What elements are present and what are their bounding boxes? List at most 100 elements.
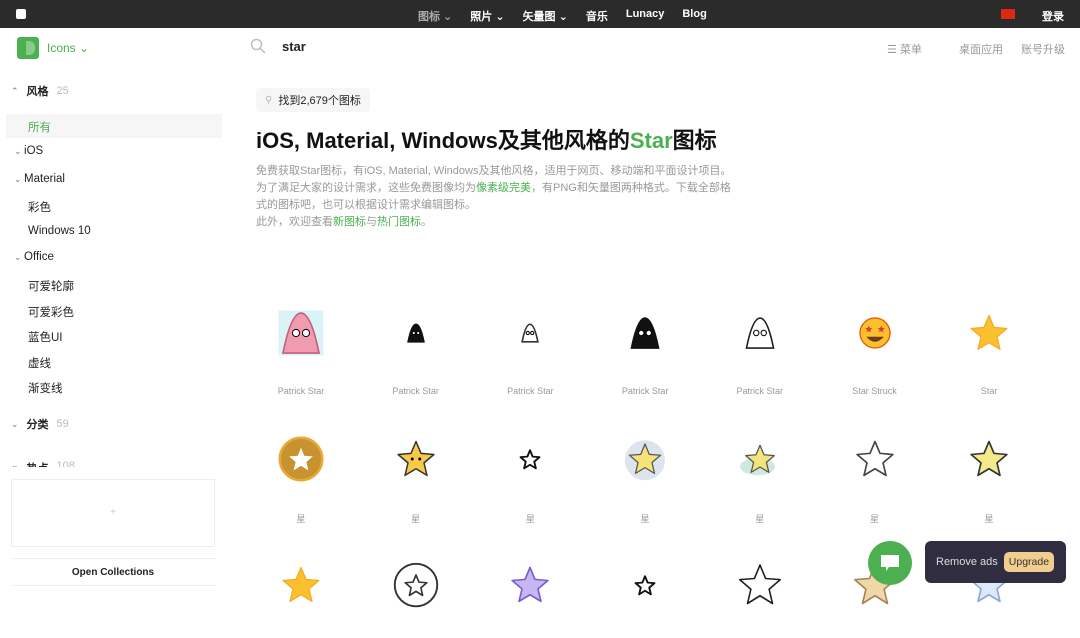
search-input[interactable]: star — [282, 39, 306, 54]
icon-card[interactable]: Patrick Star — [244, 300, 358, 396]
star-purple-icon — [473, 552, 587, 618]
sidebar-item-office[interactable]: ⌄ Office — [14, 251, 54, 263]
desc-text: 。 — [421, 216, 432, 228]
patrick-outline-small-icon — [473, 300, 587, 366]
chevron-down-icon: ⌄ — [14, 252, 25, 262]
icon-card[interactable]: 星 — [588, 426, 702, 525]
icon-card[interactable] — [359, 552, 473, 638]
search-bar[interactable]: star — [250, 38, 306, 54]
star-outline-small-icon — [473, 426, 587, 492]
section-count: 108 — [56, 460, 75, 467]
open-collections-button[interactable]: Open Collections — [11, 558, 215, 586]
login-link[interactable]: 登录 — [1042, 8, 1064, 24]
star-sparkle-icon — [588, 426, 702, 492]
results-count-badge: ⚲ 找到2,679个图标 — [256, 88, 370, 112]
patrick-black-icon — [588, 300, 702, 366]
icon-label: 星 — [411, 514, 421, 524]
icons8-brand-icon — [17, 37, 39, 59]
icon-label: Patrick Star — [507, 386, 554, 396]
sidebar-item-gradient-line[interactable]: 渐变线 — [28, 380, 63, 396]
china-flag-icon[interactable] — [1001, 9, 1015, 19]
upgrade-button[interactable]: Upgrade — [1003, 552, 1055, 572]
icon-card[interactable]: Star — [932, 300, 1046, 396]
nav-lunacy[interactable]: Lunacy — [626, 8, 665, 24]
section-count: 59 — [56, 418, 69, 430]
title-highlight: Star — [629, 128, 673, 153]
chevron-down-icon: ⌄ — [11, 418, 19, 429]
icon-card[interactable] — [588, 552, 702, 638]
star-gold-icon — [932, 300, 1046, 366]
sidebar-item-color[interactable]: 彩色 — [28, 199, 51, 215]
section-label: 风格 — [26, 86, 49, 98]
icon-card[interactable]: Patrick Star — [473, 300, 587, 396]
icon-card[interactable]: 星 — [359, 426, 473, 525]
search-icon: ⚲ — [265, 94, 273, 106]
sidebar-item-windows10[interactable]: Windows 10 — [28, 225, 91, 237]
star-gold-icon — [244, 552, 358, 618]
section-style[interactable]: ⌃ 风格 25 — [11, 83, 69, 99]
sidebar-item-cute-color[interactable]: 可爱彩色 — [28, 304, 74, 320]
icon-card[interactable]: Patrick Star — [703, 300, 817, 396]
item-label: Office — [24, 251, 54, 263]
patrick-small-icon — [359, 300, 473, 366]
patrick-outline-icon — [703, 300, 817, 366]
icon-card[interactable] — [244, 552, 358, 638]
icon-label: 星 — [984, 514, 994, 524]
icon-card[interactable]: 星 — [818, 426, 932, 525]
star-yellow-outline-icon — [932, 426, 1046, 492]
star-cloud-icon — [703, 426, 817, 492]
chat-button[interactable] — [868, 541, 912, 585]
pixel-perfect-link[interactable]: 像素级完美 — [476, 182, 531, 194]
popular-icons-link[interactable]: 热门图标 — [377, 216, 421, 228]
icon-label: 星 — [525, 514, 535, 524]
icon-label: 星 — [296, 514, 306, 524]
item-label: Material — [24, 173, 65, 185]
icon-label: Patrick Star — [277, 386, 325, 396]
patrick-color-icon — [244, 300, 358, 366]
top-nav: 图标 ⌄ 照片 ⌄ 矢量图 ⌄ 音乐 Lunacy Blog — [418, 8, 707, 24]
star-outline-icon — [818, 426, 932, 492]
collection-drop-area[interactable]: + — [11, 479, 215, 547]
desc-text: 此外，欢迎查看 — [256, 216, 333, 228]
sidebar-item-material[interactable]: ⌄ Material — [14, 173, 65, 185]
new-icons-link[interactable]: 新图标 — [333, 216, 366, 228]
results-count: 找到2,679个图标 — [278, 95, 361, 107]
icon-card[interactable]: 星 — [244, 426, 358, 525]
upgrade-account-link[interactable]: 账号升级 — [1021, 41, 1065, 57]
section-label: 分类 — [26, 419, 49, 431]
star-face-icon — [359, 426, 473, 492]
star-outline-small-icon — [588, 552, 702, 618]
section-hot[interactable]: ⌄ 热点 108 — [11, 460, 75, 467]
icon-card[interactable] — [703, 552, 817, 638]
desktop-app-link[interactable]: 桌面应用 — [959, 41, 1003, 57]
icon-card[interactable]: Patrick Star — [359, 300, 473, 396]
icon-card[interactable]: 星 — [473, 426, 587, 525]
sidebar-item-all[interactable]: 所有 — [6, 114, 222, 138]
icon-card[interactable]: 星 — [932, 426, 1046, 525]
nav-vectors[interactable]: 矢量图 ⌄ — [523, 8, 568, 24]
brand-dropdown[interactable]: Icons ⌄ — [17, 37, 89, 59]
sidebar-item-cute-outline[interactable]: 可爱轮廓 — [28, 278, 74, 294]
nav-photos[interactable]: 照片 ⌄ — [470, 8, 504, 24]
icon-card[interactable]: 星 — [703, 426, 817, 525]
sidebar-item-dashed[interactable]: 虚线 — [28, 355, 51, 371]
chevron-down-icon: ⌄ — [14, 174, 25, 184]
nav-music[interactable]: 音乐 — [586, 8, 608, 24]
top-bar: 图标 ⌄ 照片 ⌄ 矢量图 ⌄ 音乐 Lunacy Blog 登录 — [0, 0, 1080, 28]
icon-label: Patrick Star — [621, 386, 669, 396]
icon-card[interactable] — [473, 552, 587, 638]
sidebar-item-blue-ui[interactable]: 蓝色UI — [28, 329, 63, 345]
icons8-logo-icon[interactable] — [16, 9, 26, 19]
brand-label: Icons ⌄ — [47, 41, 90, 55]
icon-card[interactable]: Patrick Star — [588, 300, 702, 396]
menu-button[interactable]: ☰ 菜单 — [887, 41, 922, 57]
page-description: 免费获取Star图标，有iOS, Material, Windows及其他风格，… — [256, 163, 736, 231]
icon-label: Patrick Star — [736, 386, 784, 396]
nav-blog[interactable]: Blog — [682, 8, 706, 24]
nav-icons[interactable]: 图标 ⌄ — [418, 8, 452, 24]
page-title: iOS, Material, Windows及其他风格的Star图标 — [256, 123, 717, 155]
sidebar-item-ios[interactable]: ⌄ iOS — [14, 145, 43, 157]
section-count: 25 — [56, 85, 69, 97]
icon-card[interactable]: Star Struck — [818, 300, 932, 396]
section-category[interactable]: ⌄ 分类 59 — [11, 416, 69, 432]
